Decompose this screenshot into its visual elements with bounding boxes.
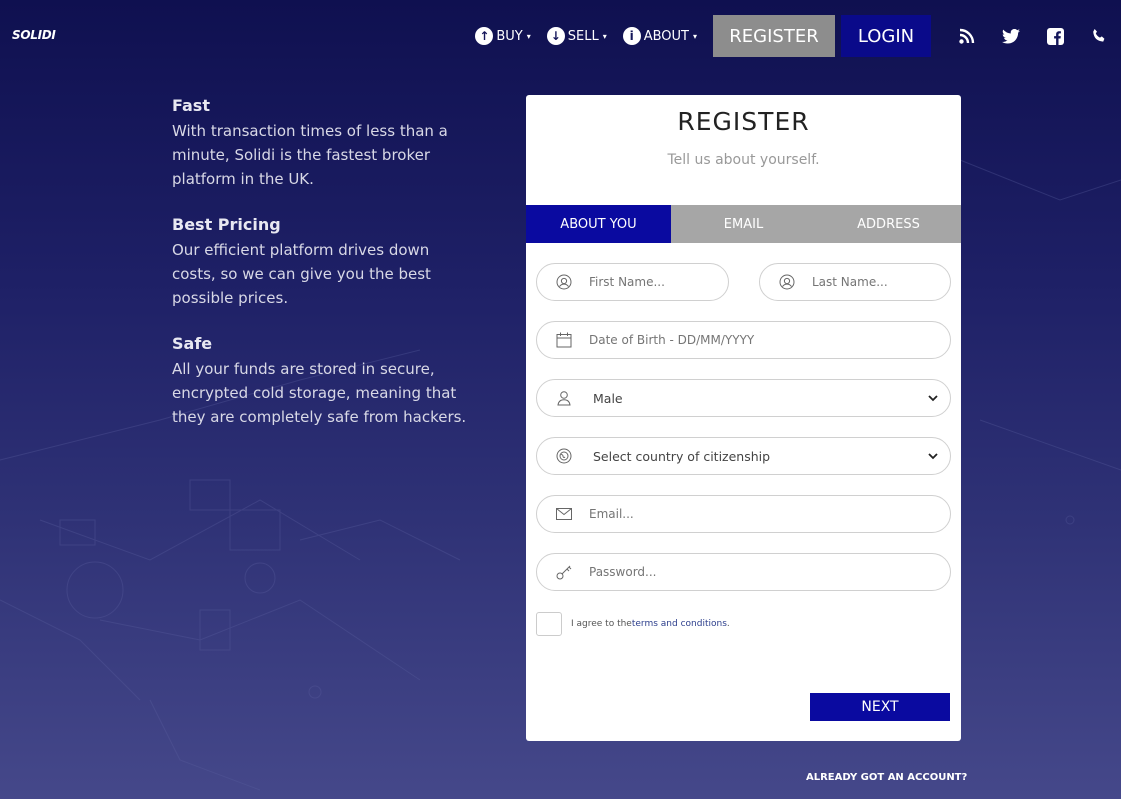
tab-address[interactable]: ADDRESS — [816, 205, 961, 243]
rss-icon[interactable] — [945, 28, 989, 44]
email-field[interactable] — [536, 495, 951, 533]
login-button[interactable]: LOGIN — [841, 15, 931, 57]
user-circle-icon — [778, 273, 796, 291]
dob-input[interactable] — [589, 333, 950, 347]
feature-title: Safe — [172, 334, 213, 353]
calendar-icon — [555, 331, 573, 349]
next-button[interactable]: NEXT — [810, 693, 950, 721]
already-have-account-link[interactable]: ALREADY GOT AN ACCOUNT? — [806, 772, 967, 783]
feature-best-pricing: Best Pricing Our efficient platform driv… — [172, 215, 472, 310]
agree-end: . — [726, 619, 730, 629]
feature-fast: Fast With transaction times of less than… — [172, 96, 472, 191]
arrow-down-circle-icon: ↓ — [546, 27, 565, 45]
dob-field[interactable] — [536, 321, 951, 359]
caret-down-icon: ▾ — [526, 31, 531, 41]
card-title: REGISTER — [677, 107, 810, 136]
phone-icon[interactable] — [1077, 28, 1121, 44]
solidi-logo[interactable]: SOLIDI — [12, 28, 56, 42]
register-tabs: ABOUT YOU EMAIL ADDRESS — [526, 205, 961, 243]
nav-sell[interactable]: ↓ SELL ▾ — [546, 27, 607, 45]
nav-about[interactable]: i ABOUT ▾ — [622, 27, 697, 45]
terms-checkbox[interactable] — [536, 612, 562, 636]
email-input[interactable] — [589, 507, 950, 521]
feature-text: All your funds are stored in secure, enc… — [172, 360, 467, 426]
globe-icon — [555, 447, 573, 465]
info-circle-icon: i — [622, 27, 641, 45]
arrow-up-circle-icon: ↑ — [475, 27, 494, 45]
nav-sell-label: SELL — [567, 28, 599, 44]
chevron-down-icon — [928, 392, 938, 405]
key-icon — [555, 563, 573, 581]
feature-title: Fast — [172, 96, 210, 115]
nav-buy-label: BUY — [496, 28, 523, 44]
caret-down-icon: ▾ — [602, 31, 607, 41]
chevron-down-icon — [928, 450, 938, 463]
country-select[interactable]: Select country of citizenship — [536, 437, 951, 475]
feature-title: Best Pricing — [172, 215, 281, 234]
last-name-field[interactable] — [759, 263, 951, 301]
gender-select[interactable]: Male — [536, 379, 951, 417]
envelope-icon — [555, 505, 573, 523]
register-button[interactable]: REGISTER — [713, 15, 835, 57]
card-subtitle: Tell us about yourself. — [667, 152, 820, 168]
nav-buy[interactable]: ↑ BUY ▾ — [475, 27, 531, 45]
last-name-input[interactable] — [812, 275, 950, 289]
register-card: REGISTER Tell us about yourself. ABOUT Y… — [526, 95, 961, 741]
agree-text: I agree to the — [571, 619, 632, 629]
user-icon — [555, 389, 573, 407]
feature-text: With transaction times of less than a mi… — [172, 122, 448, 188]
first-name-input[interactable] — [589, 275, 728, 289]
feature-text: Our efficient platform drives down costs… — [172, 241, 431, 307]
twitter-icon[interactable] — [989, 28, 1033, 44]
social-links — [945, 27, 1121, 45]
tab-about-you[interactable]: ABOUT YOU — [526, 205, 671, 243]
features-list: Fast With transaction times of less than… — [172, 96, 472, 453]
top-nav: ↑ BUY ▾ ↓ SELL ▾ i ABOUT ▾ REGISTER LOGI… — [475, 15, 1121, 57]
first-name-field[interactable] — [536, 263, 729, 301]
user-circle-icon — [555, 273, 573, 291]
tab-email[interactable]: EMAIL — [671, 205, 816, 243]
country-value: Select country of citizenship — [593, 448, 771, 464]
terms-link[interactable]: terms and conditions — [632, 619, 727, 629]
password-input[interactable] — [589, 565, 950, 579]
caret-down-icon: ▾ — [692, 31, 697, 41]
nav-about-label: ABOUT — [643, 28, 689, 44]
gender-value: Male — [593, 390, 623, 406]
password-field[interactable] — [536, 553, 951, 591]
facebook-icon[interactable] — [1033, 27, 1077, 45]
feature-safe: Safe All your funds are stored in secure… — [172, 334, 472, 429]
terms-agreement: I agree to the terms and conditions . — [536, 612, 730, 636]
